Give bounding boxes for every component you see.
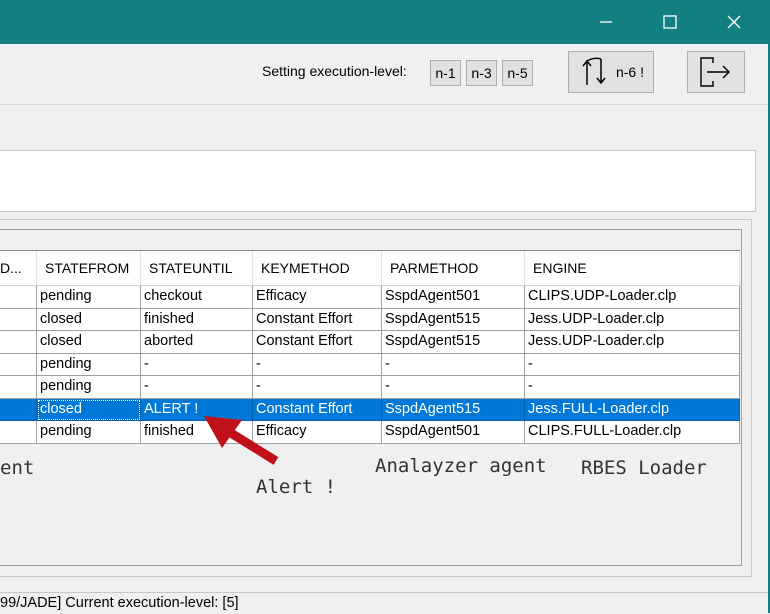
cycle-arrows-icon	[582, 57, 606, 85]
cell-parmethod[interactable]: SspdAgent515	[382, 308, 525, 331]
cell-d[interactable]	[0, 331, 37, 354]
cell-engine[interactable]: CLIPS.FULL-Loader.clp	[525, 421, 740, 444]
close-button[interactable]	[712, 0, 756, 44]
cell-statefrom[interactable]: pending	[37, 286, 141, 309]
cell-statefrom[interactable]: closed	[37, 308, 141, 331]
table-header: D... STATEFROM STATEUNTIL KEYMETHOD PARM…	[0, 251, 740, 286]
agent-annotation: ent	[0, 457, 35, 479]
level-n3-button[interactable]: n-3	[466, 60, 497, 86]
cell-stateuntil[interactable]: checkout	[141, 286, 253, 309]
cell-d[interactable]	[0, 308, 37, 331]
rbes-annotation: RBES Loader	[581, 457, 707, 479]
table-row[interactable]: pending - - - -	[0, 376, 740, 399]
exit-button[interactable]	[687, 51, 745, 93]
cell-statefrom[interactable]: closed	[37, 331, 141, 354]
column-header-stateuntil[interactable]: STATEUNTIL	[141, 251, 253, 285]
cell-engine[interactable]: CLIPS.UDP-Loader.clp	[525, 286, 740, 309]
cell-parmethod[interactable]: SspdAgent501	[382, 286, 525, 309]
cell-parmethod[interactable]: SspdAgent501	[382, 421, 525, 444]
cell-d[interactable]	[0, 286, 37, 309]
cell-statefrom[interactable]: pending	[37, 421, 141, 444]
agent-table: D... STATEFROM STATEUNTIL KEYMETHOD PARM…	[0, 250, 740, 444]
table-row[interactable]: closed ALERT ! Constant Effort SspdAgent515…	[0, 398, 740, 421]
table-row[interactable]: closed aborted Constant Effort SspdAgent515…	[0, 331, 740, 354]
status-bar: 99/JADE] Current execution-level: [5]	[0, 592, 768, 614]
cell-keymethod[interactable]: Efficacy	[253, 286, 382, 309]
minimize-icon	[600, 21, 612, 23]
maximize-button[interactable]	[648, 0, 692, 44]
cell-stateuntil[interactable]: aborted	[141, 331, 253, 354]
cell-d[interactable]	[0, 353, 37, 376]
table-row[interactable]: closed finished Constant Effort SspdAgent51…	[0, 308, 740, 331]
cell-parmethod[interactable]: SspdAgent515	[382, 331, 525, 354]
close-icon	[727, 15, 741, 29]
column-header-statefrom[interactable]: STATEFROM	[37, 251, 141, 285]
cell-engine[interactable]: Jess.FULL-Loader.clp	[525, 398, 740, 421]
cell-stateuntil[interactable]: -	[141, 376, 253, 399]
column-header-keymethod[interactable]: KEYMETHOD	[253, 251, 382, 285]
info-panel	[0, 150, 756, 212]
cell-d[interactable]	[0, 421, 37, 444]
cell-keymethod[interactable]: -	[253, 376, 382, 399]
n6-label: n-6 !	[615, 64, 644, 80]
cell-parmethod[interactable]: -	[382, 353, 525, 376]
cell-parmethod[interactable]: -	[382, 376, 525, 399]
cell-keymethod[interactable]: -	[253, 353, 382, 376]
cell-statefrom[interactable]: pending	[37, 353, 141, 376]
cell-d[interactable]	[0, 376, 37, 399]
cell-statefrom[interactable]: closed	[37, 398, 141, 421]
table-row[interactable]: pending - - - -	[0, 353, 740, 376]
table-body: pending checkout Efficacy SspdAgent501 CLIPS…	[0, 286, 740, 444]
execution-level-label: Setting execution-level:	[262, 63, 407, 79]
analyzer-annotation: Analayzer agent	[375, 455, 547, 477]
table-row[interactable]: pending checkout Efficacy SspdAgent501 CLIPS…	[0, 286, 740, 309]
cell-statefrom[interactable]: pending	[37, 376, 141, 399]
alert-annotation: Alert !	[256, 476, 337, 498]
cell-d[interactable]	[0, 398, 37, 421]
exit-icon	[700, 57, 730, 87]
column-header-parmethod[interactable]: PARMETHOD	[382, 251, 525, 285]
cell-engine[interactable]: Jess.UDP-Loader.clp	[525, 331, 740, 354]
maximize-icon	[663, 15, 677, 29]
table-row[interactable]: pending finished Efficacy SspdAgent501 CLIPS…	[0, 421, 740, 444]
cell-engine[interactable]: -	[525, 376, 740, 399]
cell-engine[interactable]: -	[525, 353, 740, 376]
title-bar	[0, 0, 770, 44]
level-n5-button[interactable]: n-5	[502, 60, 533, 86]
cell-stateuntil[interactable]: -	[141, 353, 253, 376]
cell-stateuntil[interactable]: finished	[141, 308, 253, 331]
red-arrow-icon	[204, 416, 279, 465]
cell-keymethod[interactable]: Constant Effort	[253, 331, 382, 354]
toolbar-separator	[0, 104, 768, 105]
level-n1-button[interactable]: n-1	[430, 60, 461, 86]
cell-engine[interactable]: Jess.UDP-Loader.clp	[525, 308, 740, 331]
level-n6-button[interactable]: n-6 !	[568, 51, 654, 93]
cell-keymethod[interactable]: Constant Effort	[253, 308, 382, 331]
column-header-d[interactable]: D...	[0, 251, 37, 285]
minimize-button[interactable]	[584, 0, 628, 44]
column-header-engine[interactable]: ENGINE	[525, 251, 740, 285]
cell-parmethod[interactable]: SspdAgent515	[382, 398, 525, 421]
